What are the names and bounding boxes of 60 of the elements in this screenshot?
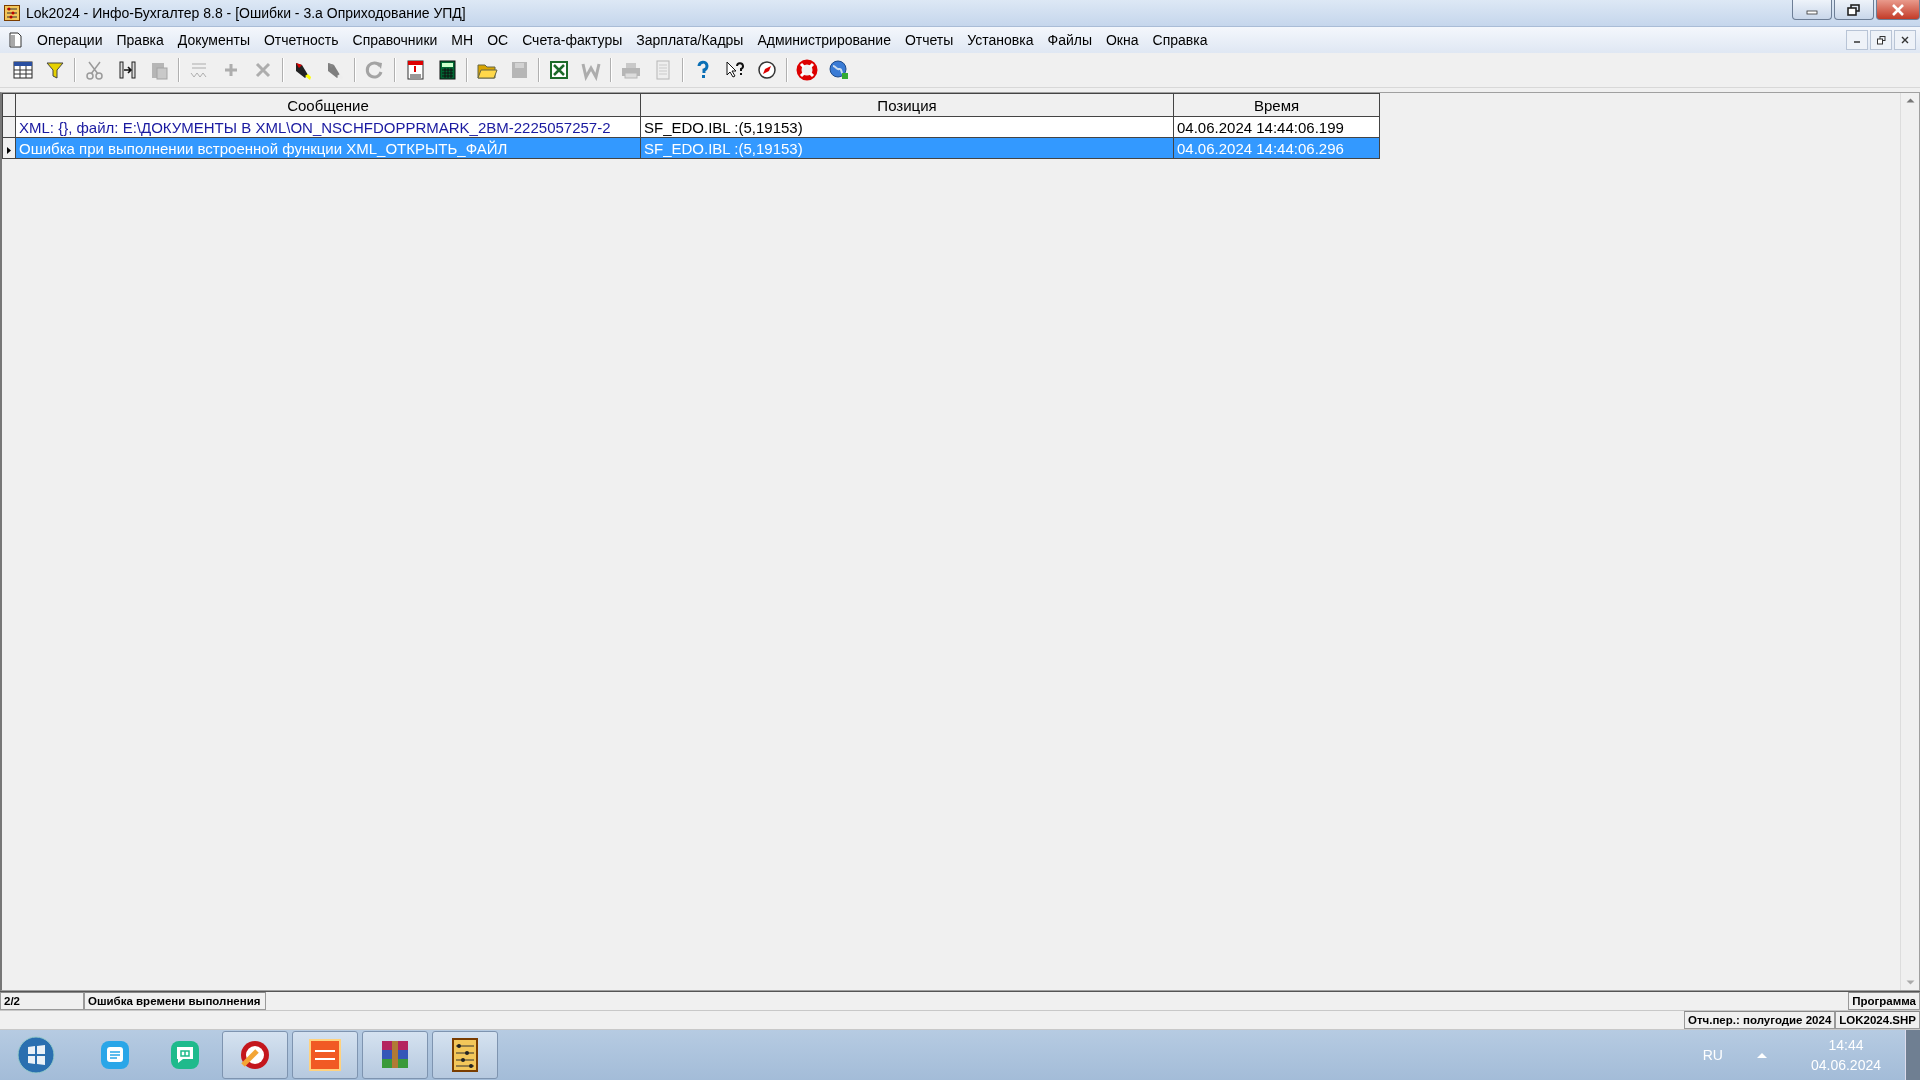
menu-item[interactable]: ОС <box>480 32 516 48</box>
table-cell: SF_EDO.IBL :(5,19153) <box>640 137 1174 159</box>
status-message: Ошибка времени выполнения <box>84 992 266 1010</box>
scroll-up-icon[interactable] <box>1905 97 1915 103</box>
column-header[interactable]: Сообщение <box>15 93 641 117</box>
menu-item[interactable]: МН <box>444 32 481 48</box>
restore-button[interactable] <box>1834 0 1874 20</box>
taskbar-button[interactable] <box>292 1031 358 1079</box>
window-title: Lok2024 - Инфо-Бухгалтер 8.8 - [Ошибки - 3.а Оприходование УПД] <box>26 5 467 21</box>
menu-item[interactable]: Окна <box>1099 32 1146 48</box>
close-button[interactable] <box>1876 0 1920 20</box>
menu-item[interactable]: Установка <box>960 32 1041 48</box>
abacus-icon[interactable] <box>4 5 20 21</box>
document-icon[interactable] <box>8 32 22 48</box>
menu-item[interactable]: Администрирование <box>750 32 898 48</box>
lifebuoy-icon <box>796 59 818 81</box>
minimize-button[interactable] <box>1792 0 1832 20</box>
calendar-icon <box>404 59 426 81</box>
menu-item[interactable]: Отчетность <box>256 32 346 48</box>
menu-item[interactable]: Файлы <box>1040 32 1099 48</box>
table-cell: Ошибка при выполнении встроенной функции XML_ОТКРЫТЬ_ФАЙЛ <box>15 137 641 159</box>
status-source: Программа <box>1848 992 1920 1010</box>
menu-item[interactable]: Отчеты <box>897 32 961 48</box>
restore-button[interactable] <box>1870 30 1892 50</box>
table-cell: SF_EDO.IBL :(5,19153) <box>640 116 1174 138</box>
taskbar-button[interactable] <box>362 1031 428 1079</box>
globe-icon <box>828 59 850 81</box>
menu-item[interactable]: Справочники <box>345 32 445 48</box>
menu-item[interactable]: Документы <box>170 32 257 48</box>
table-cell: 04.06.2024 14:44:06.296 <box>1173 137 1380 159</box>
filter-icon <box>44 59 66 81</box>
reporting-period: Отч.пер.: полугодие 2024 <box>1683 1011 1836 1029</box>
windows-logo-icon <box>16 1035 56 1075</box>
menu-item[interactable]: Зарплата/Кадры <box>629 32 751 48</box>
close-icon <box>1901 36 1909 44</box>
restore-icon <box>1876 35 1886 45</box>
close-button[interactable] <box>1894 30 1916 50</box>
scissors-icon <box>84 59 106 81</box>
taskbar-button[interactable] <box>432 1031 498 1079</box>
lifebuoy-button[interactable] <box>794 57 820 83</box>
restore-icon <box>1847 3 1861 16</box>
minimize-button[interactable] <box>1846 30 1868 50</box>
record-counter: 2/2 <box>0 992 84 1010</box>
table-icon <box>12 59 34 81</box>
taskbar-button[interactable] <box>222 1031 288 1079</box>
file-name: LOK2024.SHP <box>1835 1011 1920 1029</box>
column-header[interactable]: Позиция <box>640 93 1174 117</box>
table-cell: 04.06.2024 14:44:06.199 <box>1173 116 1380 138</box>
column-arrows-icon <box>116 59 138 81</box>
compass-icon <box>756 59 778 81</box>
menu-item[interactable]: Справка <box>1145 32 1215 48</box>
menu-item[interactable]: Счета-фактуры <box>515 32 630 48</box>
menu-item[interactable]: Правка <box>109 32 171 48</box>
calculator-icon <box>436 59 458 81</box>
show-desktop-button[interactable] <box>1905 1030 1920 1080</box>
menu-item[interactable]: Операции <box>30 32 110 48</box>
table-cell: XML: {}, файл: E:\ДОКУМЕНТЫ В XML\ON_NSCHFDOPPRMARK_2BM-2225057257-2 <box>15 116 641 138</box>
close-icon <box>1891 3 1905 16</box>
spreadsheet-icon <box>548 59 570 81</box>
column-header[interactable]: Время <box>1173 93 1380 117</box>
